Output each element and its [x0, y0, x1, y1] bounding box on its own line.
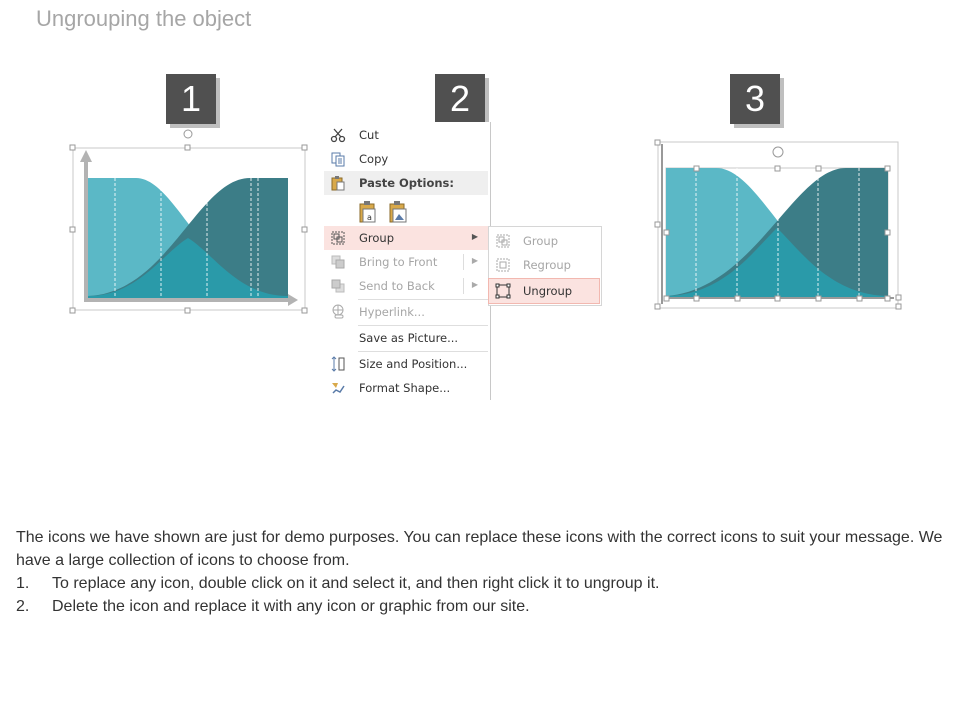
hyperlink-icon [330, 304, 346, 320]
instruction-number: 1. [16, 575, 30, 592]
size-position-icon [330, 356, 346, 372]
split-divider [463, 254, 464, 270]
context-menu: Cut Copy Paste Options: a Group ▶ Bring … [324, 122, 491, 400]
submenu-label-regroup: Regroup [523, 258, 571, 272]
submenu-item-regroup[interactable]: Regroup [489, 253, 599, 277]
format-shape-icon [330, 380, 346, 396]
instruction-item: 1. To replace any icon, double click on … [16, 572, 946, 595]
menu-item-size-and-position[interactable]: Size and Position... [324, 352, 488, 376]
menu-label-bring-to-front: Bring to Front [359, 255, 438, 269]
group-icon [330, 230, 346, 246]
instruction-number: 2. [16, 598, 30, 615]
group-submenu: Group Regroup Ungroup [488, 226, 602, 306]
menu-item-save-as-picture[interactable]: Save as Picture... [324, 326, 488, 350]
x-axis-arrow [288, 294, 298, 306]
menu-label-copy: Copy [359, 152, 389, 166]
menu-item-bring-to-front[interactable]: Bring to Front ▶ [324, 250, 488, 274]
ungrouped-chart-graphic[interactable] [654, 139, 904, 314]
ungroup-icon [495, 283, 511, 299]
copy-icon [330, 151, 346, 167]
grouped-chart-graphic[interactable] [68, 128, 310, 316]
ungrouped-chart-svg [654, 139, 902, 310]
step-badge-1: 1 [166, 74, 216, 124]
regroup-icon [495, 257, 511, 273]
y-axis-arrow [80, 150, 92, 162]
grouped-chart-svg [69, 129, 308, 314]
split-divider [463, 278, 464, 294]
bring-to-front-icon [330, 254, 346, 270]
rotate-handle-icon[interactable] [772, 146, 784, 158]
menu-label-hyperlink: Hyperlink... [359, 305, 425, 319]
paste-as-picture-icon[interactable] [388, 200, 410, 227]
instructions-intro: The icons we have shown are just for dem… [16, 529, 943, 569]
paste-keep-formatting-icon[interactable]: a [358, 200, 380, 227]
page-title: Ungrouping the object [36, 6, 252, 31]
submenu-arrow-icon: ▶ [471, 256, 478, 265]
menu-label-format-shape: Format Shape... [359, 381, 451, 395]
instruction-item: 2. Delete the icon and replace it with a… [16, 595, 946, 618]
menu-item-group[interactable]: Group ▶ [324, 226, 488, 250]
menu-label-group: Group [359, 231, 395, 245]
group-icon [495, 233, 511, 249]
submenu-arrow-icon: ▶ [471, 280, 478, 289]
send-to-back-icon [330, 278, 346, 294]
menu-label-send-to-back: Send to Back [359, 279, 435, 293]
clipboard-icon [330, 175, 346, 191]
menu-label-save-as-picture: Save as Picture... [359, 331, 459, 345]
menu-label-paste-options: Paste Options: [359, 176, 455, 190]
submenu-arrow-icon: ▶ [471, 232, 478, 241]
instruction-text: To replace any icon, double click on it … [52, 575, 660, 592]
submenu-label-group: Group [523, 234, 559, 248]
submenu-label-ungroup: Ungroup [523, 284, 573, 298]
menu-item-cut[interactable]: Cut [324, 123, 488, 147]
menu-header-paste-options: Paste Options: [324, 171, 488, 195]
scissors-icon [330, 127, 346, 143]
svg-text:a: a [367, 213, 372, 222]
instructions-text: The icons we have shown are just for dem… [16, 526, 946, 618]
step-badge-2: 2 [435, 74, 485, 124]
menu-label-cut: Cut [359, 128, 379, 142]
submenu-item-group[interactable]: Group [489, 229, 599, 253]
menu-item-copy[interactable]: Copy [324, 147, 488, 171]
instruction-text: Delete the icon and replace it with any … [52, 598, 530, 615]
menu-item-format-shape[interactable]: Format Shape... [324, 376, 488, 400]
paste-option-buttons: a [324, 196, 488, 226]
submenu-item-ungroup[interactable]: Ungroup [488, 278, 600, 304]
menu-item-send-to-back[interactable]: Send to Back ▶ [324, 274, 488, 298]
step-badge-3: 3 [730, 74, 780, 124]
rotate-handle-icon[interactable] [183, 129, 193, 139]
menu-label-size-and-position: Size and Position... [359, 357, 468, 371]
menu-item-hyperlink[interactable]: Hyperlink... [324, 300, 488, 324]
